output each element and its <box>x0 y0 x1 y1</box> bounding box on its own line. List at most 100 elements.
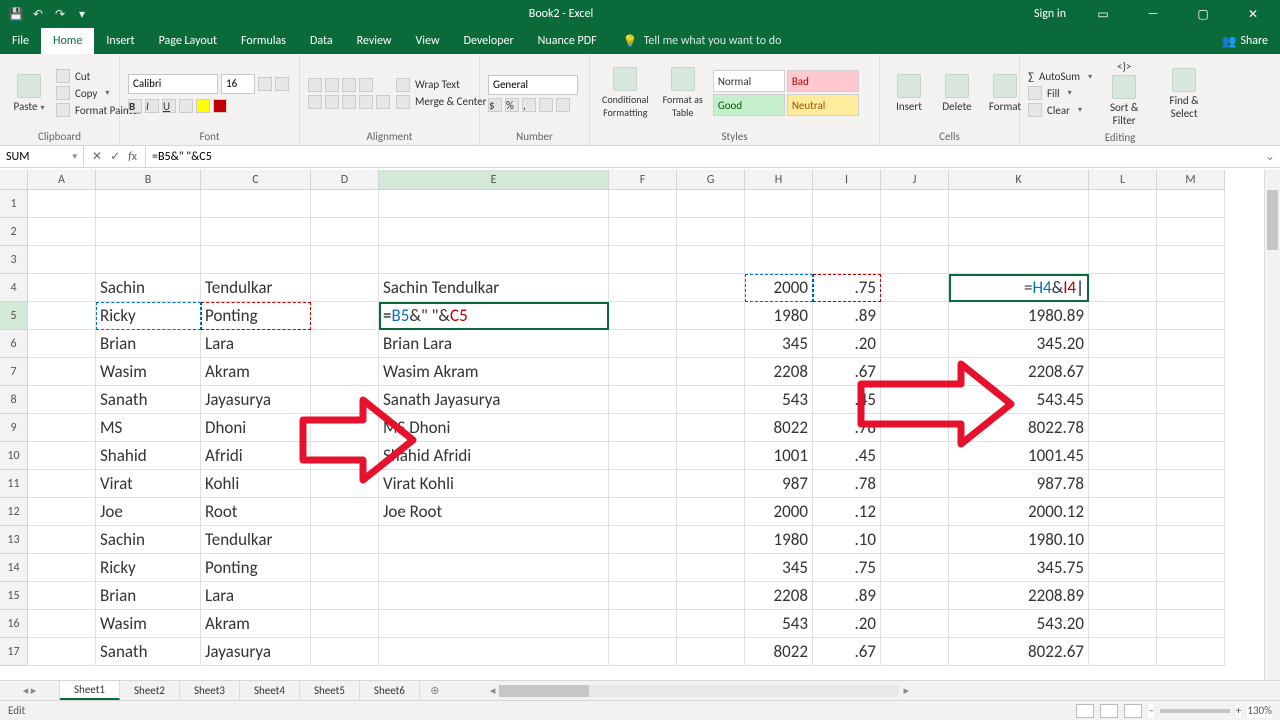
tell-me-input[interactable]: 💡Tell me what you want to do <box>609 28 1210 54</box>
cell-K3[interactable] <box>949 246 1089 274</box>
tab-nuance-pdf[interactable]: Nuance PDF <box>526 28 609 54</box>
cell-B4[interactable]: Sachin <box>96 274 201 302</box>
cell-B11[interactable]: Virat <box>96 470 201 498</box>
find-select-button[interactable]: Find & Select <box>1156 66 1212 122</box>
cell-D13[interactable] <box>311 526 379 554</box>
comma-icon[interactable]: , <box>522 98 536 112</box>
tab-file[interactable]: File <box>0 28 41 54</box>
cell-G2[interactable] <box>677 218 745 246</box>
cell-D3[interactable] <box>311 246 379 274</box>
row-header-15[interactable]: 15 <box>0 582 28 610</box>
cell-J13[interactable] <box>881 526 949 554</box>
grow-font-icon[interactable] <box>258 77 272 91</box>
cell-G6[interactable] <box>677 330 745 358</box>
row-header-2[interactable]: 2 <box>0 218 28 246</box>
tab-formulas[interactable]: Formulas <box>229 28 298 54</box>
cell-G8[interactable] <box>677 386 745 414</box>
col-header-L[interactable]: L <box>1089 170 1157 190</box>
number-format-input[interactable] <box>488 75 578 95</box>
cell-B12[interactable]: Joe <box>96 498 201 526</box>
cell-B15[interactable]: Brian <box>96 582 201 610</box>
normal-view-icon[interactable] <box>1076 704 1094 718</box>
style-normal[interactable]: Normal <box>713 70 785 92</box>
font-name-input[interactable] <box>128 74 218 94</box>
cell-M15[interactable] <box>1157 582 1225 610</box>
cell-E10[interactable]: Shahid Afridi <box>379 442 609 470</box>
cell-C12[interactable]: Root <box>201 498 311 526</box>
cell-F3[interactable] <box>609 246 677 274</box>
cell-G16[interactable] <box>677 610 745 638</box>
cell-L13[interactable] <box>1089 526 1157 554</box>
cell-I8[interactable]: .45 <box>813 386 881 414</box>
cell-E16[interactable] <box>379 610 609 638</box>
cell-K6[interactable]: 345.20 <box>949 330 1089 358</box>
cell-A12[interactable] <box>28 498 96 526</box>
sheet-tab-sheet3[interactable]: Sheet3 <box>180 681 240 700</box>
cell-K8[interactable]: 543.45 <box>949 386 1089 414</box>
cell-H16[interactable]: 543 <box>745 610 813 638</box>
page-layout-view-icon[interactable] <box>1100 704 1118 718</box>
cell-A8[interactable] <box>28 386 96 414</box>
cell-K11[interactable]: 987.78 <box>949 470 1089 498</box>
align-left-icon[interactable] <box>308 95 322 109</box>
cell-E6[interactable]: Brian Lara <box>379 330 609 358</box>
cell-C11[interactable]: Kohli <box>201 470 311 498</box>
cell-L11[interactable] <box>1089 470 1157 498</box>
cell-C16[interactable]: Akram <box>201 610 311 638</box>
cell-L15[interactable] <box>1089 582 1157 610</box>
cell-C17[interactable]: Jayasurya <box>201 638 311 666</box>
conditional-formatting-button[interactable]: Conditional Formatting <box>598 65 653 121</box>
percent-icon[interactable]: % <box>505 98 519 112</box>
cell-I2[interactable] <box>813 218 881 246</box>
cell-E11[interactable]: Virat Kohli <box>379 470 609 498</box>
cell-J4[interactable] <box>881 274 949 302</box>
cell-D7[interactable] <box>311 358 379 386</box>
cell-D5[interactable] <box>311 302 379 330</box>
cell-F7[interactable] <box>609 358 677 386</box>
cell-L8[interactable] <box>1089 386 1157 414</box>
cell-G9[interactable] <box>677 414 745 442</box>
cell-G1[interactable] <box>677 190 745 218</box>
style-good[interactable]: Good <box>713 94 785 116</box>
cell-H6[interactable]: 345 <box>745 330 813 358</box>
row-header-8[interactable]: 8 <box>0 386 28 414</box>
sheet-tab-sheet2[interactable]: Sheet2 <box>120 681 180 700</box>
cell-J8[interactable] <box>881 386 949 414</box>
cell-K12[interactable]: 2000.12 <box>949 498 1089 526</box>
cell-M6[interactable] <box>1157 330 1225 358</box>
cell-H17[interactable]: 8022 <box>745 638 813 666</box>
col-header-F[interactable]: F <box>609 170 677 190</box>
formula-input[interactable] <box>152 150 1254 164</box>
cell-H13[interactable]: 1980 <box>745 526 813 554</box>
col-header-G[interactable]: G <box>677 170 745 190</box>
tab-page-layout[interactable]: Page Layout <box>147 28 229 54</box>
cell-A6[interactable] <box>28 330 96 358</box>
cell-F12[interactable] <box>609 498 677 526</box>
cell-G17[interactable] <box>677 638 745 666</box>
cell-C15[interactable]: Lara <box>201 582 311 610</box>
cell-E14[interactable] <box>379 554 609 582</box>
cell-D14[interactable] <box>311 554 379 582</box>
cell-C4[interactable]: Tendulkar <box>201 274 311 302</box>
cell-K1[interactable] <box>949 190 1089 218</box>
cell-D8[interactable] <box>311 386 379 414</box>
cell-B8[interactable]: Sanath <box>96 386 201 414</box>
cell-G14[interactable] <box>677 554 745 582</box>
cell-C10[interactable]: Afridi <box>201 442 311 470</box>
col-header-C[interactable]: C <box>201 170 311 190</box>
cell-D11[interactable] <box>311 470 379 498</box>
cell-F8[interactable] <box>609 386 677 414</box>
cell-A11[interactable] <box>28 470 96 498</box>
row-header-11[interactable]: 11 <box>0 470 28 498</box>
tab-data[interactable]: Data <box>298 28 345 54</box>
cancel-icon[interactable]: ✕ <box>92 149 102 164</box>
cell-I4[interactable]: .75 <box>813 274 881 302</box>
cell-I9[interactable]: .78 <box>813 414 881 442</box>
style-bad[interactable]: Bad <box>787 70 859 92</box>
cell-L7[interactable] <box>1089 358 1157 386</box>
cell-M12[interactable] <box>1157 498 1225 526</box>
cell-D16[interactable] <box>311 610 379 638</box>
cell-I10[interactable]: .45 <box>813 442 881 470</box>
cell-B1[interactable] <box>96 190 201 218</box>
cell-D15[interactable] <box>311 582 379 610</box>
